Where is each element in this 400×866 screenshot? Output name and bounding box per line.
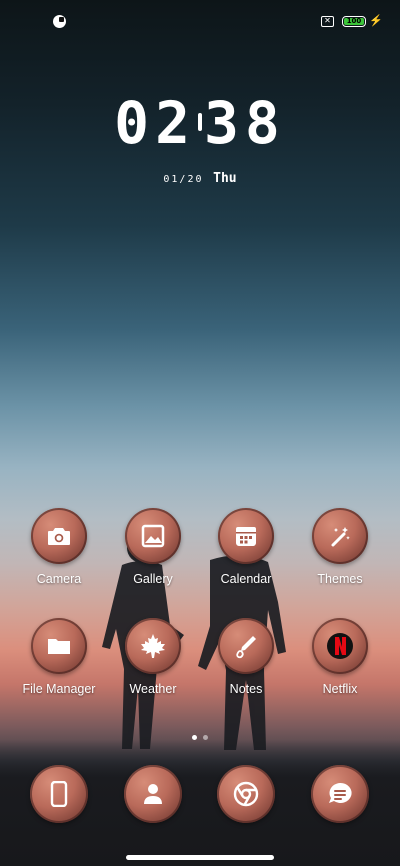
magic-wand-icon	[312, 508, 368, 564]
battery-level: 100	[344, 18, 364, 25]
dock-contacts[interactable]	[103, 765, 203, 823]
messages-icon	[311, 765, 369, 823]
app-label: Camera	[36, 572, 82, 586]
camera-icon	[31, 508, 87, 564]
date-line[interactable]: 01/20 Thu	[0, 170, 400, 186]
app-label: Calendar	[220, 572, 272, 586]
dock-phone[interactable]	[9, 765, 109, 823]
weekday-text: Thu	[213, 171, 237, 186]
contacts-icon	[124, 765, 182, 823]
clock-time: 02 38	[0, 90, 400, 156]
app-file-manager[interactable]: File Manager	[9, 618, 109, 696]
image-icon	[125, 508, 181, 564]
clock-minutes: 38	[204, 89, 286, 157]
app-calendar[interactable]: Calendar	[196, 508, 296, 586]
clock-separator	[198, 112, 202, 131]
app-label: Weather	[129, 682, 177, 696]
chrome-icon	[217, 765, 275, 823]
sim-x-icon: ✕	[321, 16, 334, 27]
app-notes[interactable]: Notes	[196, 618, 296, 696]
clock-widget[interactable]: 02 38	[0, 90, 400, 156]
app-label: Gallery	[133, 572, 173, 586]
app-label: Themes	[317, 572, 363, 586]
clock-hours: 02	[114, 89, 196, 157]
charging-icon: ⚡	[369, 15, 383, 27]
battery-icon: 100	[342, 16, 366, 27]
app-gallery[interactable]: Gallery	[103, 508, 203, 586]
home-gesture-bar[interactable]	[126, 855, 274, 860]
calendar-icon	[218, 508, 274, 564]
dock-messages[interactable]	[290, 765, 390, 823]
app-themes[interactable]: Themes	[290, 508, 390, 586]
date-text: 01/20	[163, 174, 204, 185]
app-notification-icon	[53, 15, 66, 28]
phone-icon	[30, 765, 88, 823]
page-dot	[203, 735, 208, 740]
pen-icon	[218, 618, 274, 674]
app-weather[interactable]: Weather	[103, 618, 203, 696]
app-label: Notes	[229, 682, 263, 696]
app-label: File Manager	[22, 682, 96, 696]
page-indicator[interactable]	[0, 727, 400, 745]
app-camera[interactable]: Camera	[9, 508, 109, 586]
dock-chrome[interactable]	[196, 765, 296, 823]
status-bar: ✕ 100 ⚡	[0, 0, 400, 44]
app-label: Netflix	[322, 682, 358, 696]
netflix-icon	[312, 618, 368, 674]
app-netflix[interactable]: Netflix	[290, 618, 390, 696]
folder-icon	[31, 618, 87, 674]
maple-leaf-icon	[125, 618, 181, 674]
page-dot-active	[192, 735, 197, 740]
